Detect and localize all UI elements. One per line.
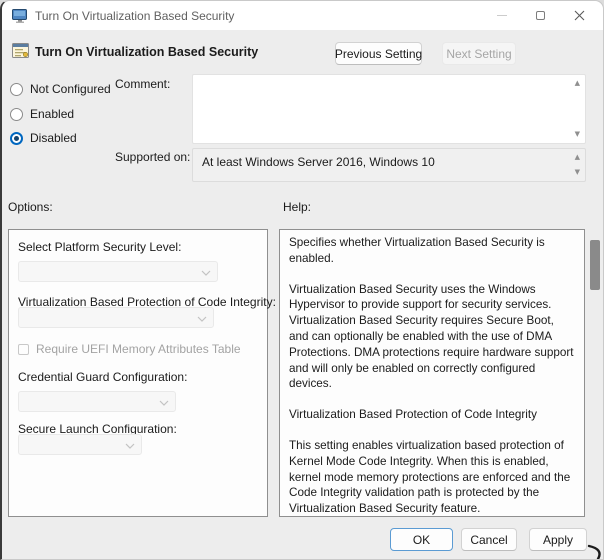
help-paragraph: Virtualization Based Protection of Code … [289,407,574,423]
chevron-down-icon [201,270,211,276]
options-section-label: Options: [8,200,53,214]
credential-guard-label: Credential Guard Configuration: [18,370,187,384]
platform-security-level-dropdown[interactable] [18,261,218,282]
apply-button[interactable]: Apply [529,528,587,551]
policy-setting-dialog: Turn On Virtualization Based Security Tu… [0,0,604,560]
radio-circle-icon [10,108,23,121]
minimize-icon [497,15,507,16]
title-bar: Turn On Virtualization Based Security [2,1,603,30]
group-policy-setting-icon [12,43,29,58]
previous-setting-button[interactable]: Previous Setting [335,42,422,65]
scroll-up-icon[interactable]: ▲ [575,80,580,87]
help-textarea[interactable]: Specifies whether Virtualization Based S… [279,229,585,517]
close-icon [574,10,585,21]
radio-label: Not Configured [30,82,111,96]
help-paragraph: Virtualization Based Security uses the W… [289,282,574,393]
radio-label: Disabled [30,131,77,145]
chevron-down-icon [159,400,169,406]
radio-not-configured[interactable]: Not Configured [10,82,111,96]
minimize-button [482,1,521,30]
setting-title: Turn On Virtualization Based Security [35,45,258,59]
window-title: Turn On Virtualization Based Security [35,9,234,23]
supported-on-label: Supported on: [115,150,190,164]
comment-textarea[interactable]: ▲ ▼ [192,74,586,144]
radio-circle-icon [10,83,23,96]
help-scrollbar-thumb[interactable] [590,240,600,290]
help-paragraph: This setting enables virtualization base… [289,438,574,517]
radio-label: Enabled [30,107,74,121]
scroll-down-icon[interactable]: ▼ [575,131,580,138]
secure-launch-dropdown[interactable] [18,434,142,455]
help-section-label: Help: [283,200,311,214]
require-uefi-checkbox[interactable]: Require UEFI Memory Attributes Table [18,342,241,356]
chevron-down-icon [197,316,207,322]
chevron-down-icon [125,443,135,449]
radio-disabled[interactable]: Disabled [10,131,77,145]
scroll-down-icon[interactable]: ▼ [575,169,580,176]
supported-on-value: At least Windows Server 2016, Windows 10 [202,155,435,169]
app-monitor-icon [12,9,28,23]
scroll-up-icon[interactable]: ▲ [575,154,580,161]
supported-on-box[interactable]: At least Windows Server 2016, Windows 10… [192,148,586,182]
close-button[interactable] [560,1,599,30]
comment-label: Comment: [115,77,170,91]
cancel-button[interactable]: Cancel [461,528,517,551]
help-paragraph: Specifies whether Virtualization Based S… [289,235,574,267]
checkbox-label: Require UEFI Memory Attributes Table [36,342,241,356]
radio-circle-icon [10,132,23,145]
window-controls [482,1,599,30]
vbs-code-integrity-dropdown[interactable] [18,307,214,328]
next-setting-button[interactable]: Next Setting [442,42,516,65]
maximize-icon [536,11,545,20]
maximize-button[interactable] [521,1,560,30]
checkbox-icon [18,344,29,355]
options-panel: Select Platform Security Level: Virtuali… [8,229,268,517]
radio-enabled[interactable]: Enabled [10,107,74,121]
annotation-arc [587,544,603,559]
ok-button[interactable]: OK [390,528,453,551]
platform-security-level-label: Select Platform Security Level: [18,240,181,254]
credential-guard-dropdown[interactable] [18,391,176,412]
